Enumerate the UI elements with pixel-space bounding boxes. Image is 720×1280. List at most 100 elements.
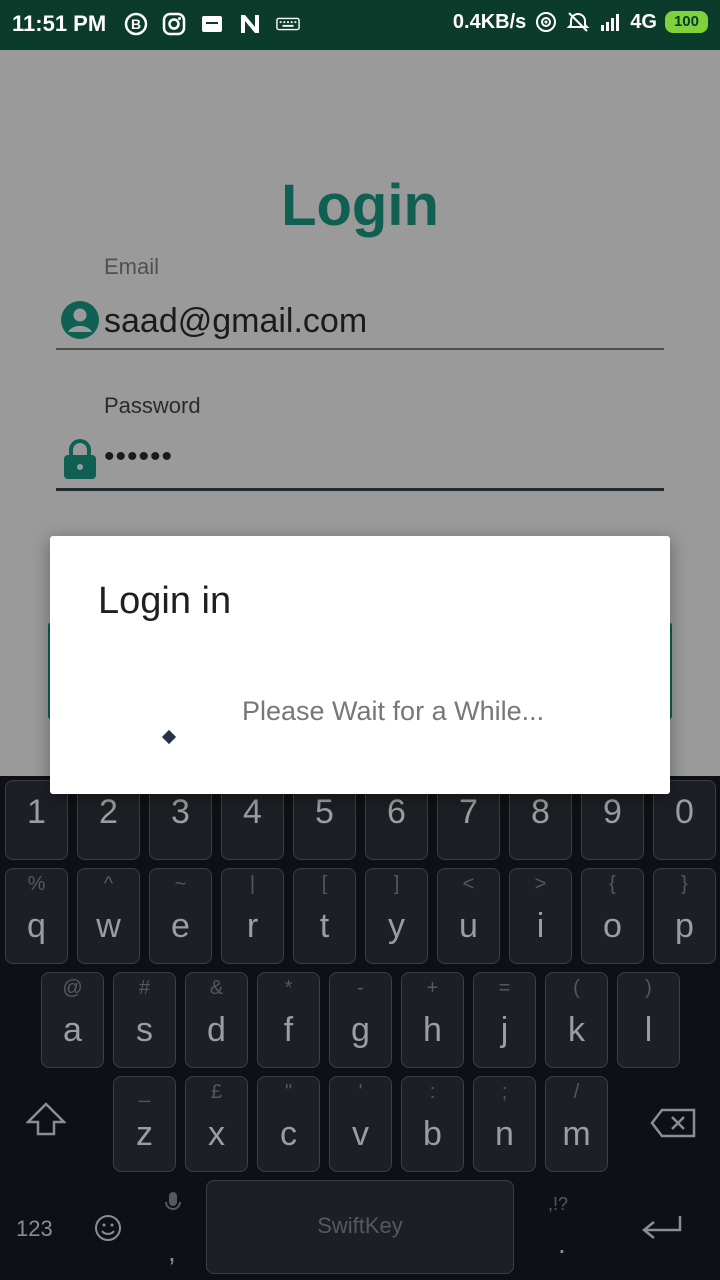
key-g-label: g xyxy=(351,1011,370,1049)
microphone-icon[interactable] xyxy=(164,1190,182,1223)
key-w[interactable]: ^ w xyxy=(77,868,140,964)
key-a[interactable]: @ a xyxy=(41,972,104,1068)
key-g-alt: - xyxy=(357,977,364,999)
key-c[interactable]: " c xyxy=(257,1076,320,1172)
alarm-off-icon xyxy=(566,10,590,34)
key-a-label: a xyxy=(63,1011,82,1049)
key-0-label: 0 xyxy=(675,793,694,831)
key-i-alt: > xyxy=(534,873,547,895)
key-z[interactable]: _ z xyxy=(113,1076,176,1172)
key-k-label: k xyxy=(568,1011,585,1049)
key-r-label: r xyxy=(246,907,259,945)
key-o-label: o xyxy=(603,907,622,945)
key-l-label: l xyxy=(644,1011,653,1049)
key-x-alt: £ xyxy=(210,1081,223,1103)
key-v-alt: ' xyxy=(358,1081,363,1103)
key-4-label: 4 xyxy=(243,793,262,831)
key-s-label: s xyxy=(136,1011,153,1049)
key-o-alt: { xyxy=(609,873,616,895)
keyboard-icon xyxy=(276,12,300,36)
key-h[interactable]: + h xyxy=(401,972,464,1068)
symbols-key[interactable]: 123 xyxy=(16,1216,53,1242)
key-x-label: x xyxy=(208,1115,225,1153)
key-j[interactable]: = j xyxy=(473,972,536,1068)
lock-icon xyxy=(62,438,98,485)
notification-icon xyxy=(200,12,224,36)
key-f-alt: * xyxy=(284,977,293,999)
key-d-alt: & xyxy=(209,977,224,999)
key-d[interactable]: & d xyxy=(185,972,248,1068)
key-b[interactable]: :b xyxy=(401,1076,464,1172)
key-r[interactable]: | r xyxy=(221,868,284,964)
battery-indicator: 100 xyxy=(664,11,708,33)
key-h-alt: + xyxy=(426,977,439,999)
key-e[interactable]: ~ e xyxy=(149,868,212,964)
key-v-label: v xyxy=(352,1115,369,1153)
email-field[interactable]: saad@gmail.com xyxy=(56,296,664,350)
key-l[interactable]: ) l xyxy=(617,972,680,1068)
svg-text:B: B xyxy=(131,16,141,32)
key-8-label: 8 xyxy=(531,793,550,831)
key-u-label: u xyxy=(459,907,478,945)
comma-key[interactable]: , xyxy=(168,1236,176,1268)
password-field[interactable]: •••••• xyxy=(56,434,664,491)
key-w-alt: ^ xyxy=(103,873,114,895)
backspace-icon[interactable] xyxy=(650,1108,696,1143)
progress-spinner xyxy=(161,729,177,745)
key-n-label: n xyxy=(495,1115,514,1153)
period-key[interactable]: . xyxy=(558,1228,566,1260)
key-m-alt: / xyxy=(573,1081,580,1103)
instagram-icon xyxy=(162,12,186,36)
key-x[interactable]: £ x xyxy=(185,1076,248,1172)
signal-icon xyxy=(598,10,622,34)
key-h-label: h xyxy=(423,1011,442,1049)
key-y[interactable]: ] y xyxy=(365,868,428,964)
status-bar: 11:51 PM B 0.4KB/s 4G 100 xyxy=(0,0,720,50)
key-q[interactable]: % q xyxy=(5,868,68,964)
key-u-alt: < xyxy=(462,873,475,895)
key-7-label: 7 xyxy=(459,793,478,831)
key-v[interactable]: ' v xyxy=(329,1076,392,1172)
key-e-alt: ~ xyxy=(174,873,187,895)
email-label: Email xyxy=(104,254,160,279)
key-f-label: f xyxy=(283,1011,294,1049)
key-2-label: 2 xyxy=(99,793,118,831)
key-u[interactable]: < u xyxy=(437,868,500,964)
key-n-alt: ; xyxy=(501,1081,508,1103)
space-bar[interactable]: SwiftKey xyxy=(206,1180,514,1274)
enter-icon[interactable] xyxy=(640,1214,684,1249)
key-s-alt: # xyxy=(138,977,151,999)
key-c-label: c xyxy=(280,1115,297,1153)
key-p-label: p xyxy=(675,907,694,945)
key-o[interactable]: {o xyxy=(581,868,644,964)
key-s[interactable]: # s xyxy=(113,972,176,1068)
dialog-title: Login in xyxy=(98,580,232,622)
key-5-label: 5 xyxy=(315,793,334,831)
net-speed: 0.4KB/s xyxy=(452,10,527,33)
password-value[interactable]: •••••• xyxy=(104,440,173,474)
key-q-label: q xyxy=(27,907,46,945)
key-d-label: d xyxy=(207,1011,226,1049)
key-p[interactable]: } p xyxy=(653,868,716,964)
shift-icon[interactable] xyxy=(24,1102,68,1141)
key-a-alt: @ xyxy=(62,977,83,999)
key-m[interactable]: / m xyxy=(545,1076,608,1172)
status-time: 11:51 PM xyxy=(12,11,107,36)
key-k-alt: ( xyxy=(573,977,580,999)
key-y-label: y xyxy=(388,907,405,945)
key-k[interactable]: (k xyxy=(545,972,608,1068)
key-t-label: t xyxy=(319,907,330,945)
key-q-alt: % xyxy=(27,873,46,895)
network-type: 4G xyxy=(630,10,657,33)
progress-dialog: Login in Please Wait for a While... xyxy=(50,536,670,794)
key-3-label: 3 xyxy=(171,793,190,831)
key-n[interactable]: ; n xyxy=(473,1076,536,1172)
key-g[interactable]: -g xyxy=(329,972,392,1068)
key-i[interactable]: > i xyxy=(509,868,572,964)
emoji-icon[interactable] xyxy=(94,1214,122,1247)
key-t[interactable]: [t xyxy=(293,868,356,964)
key-f[interactable]: * f xyxy=(257,972,320,1068)
email-value[interactable]: saad@gmail.com xyxy=(104,302,367,341)
password-label: Password xyxy=(104,393,201,418)
dialog-message: Please Wait for a While... xyxy=(242,696,545,726)
